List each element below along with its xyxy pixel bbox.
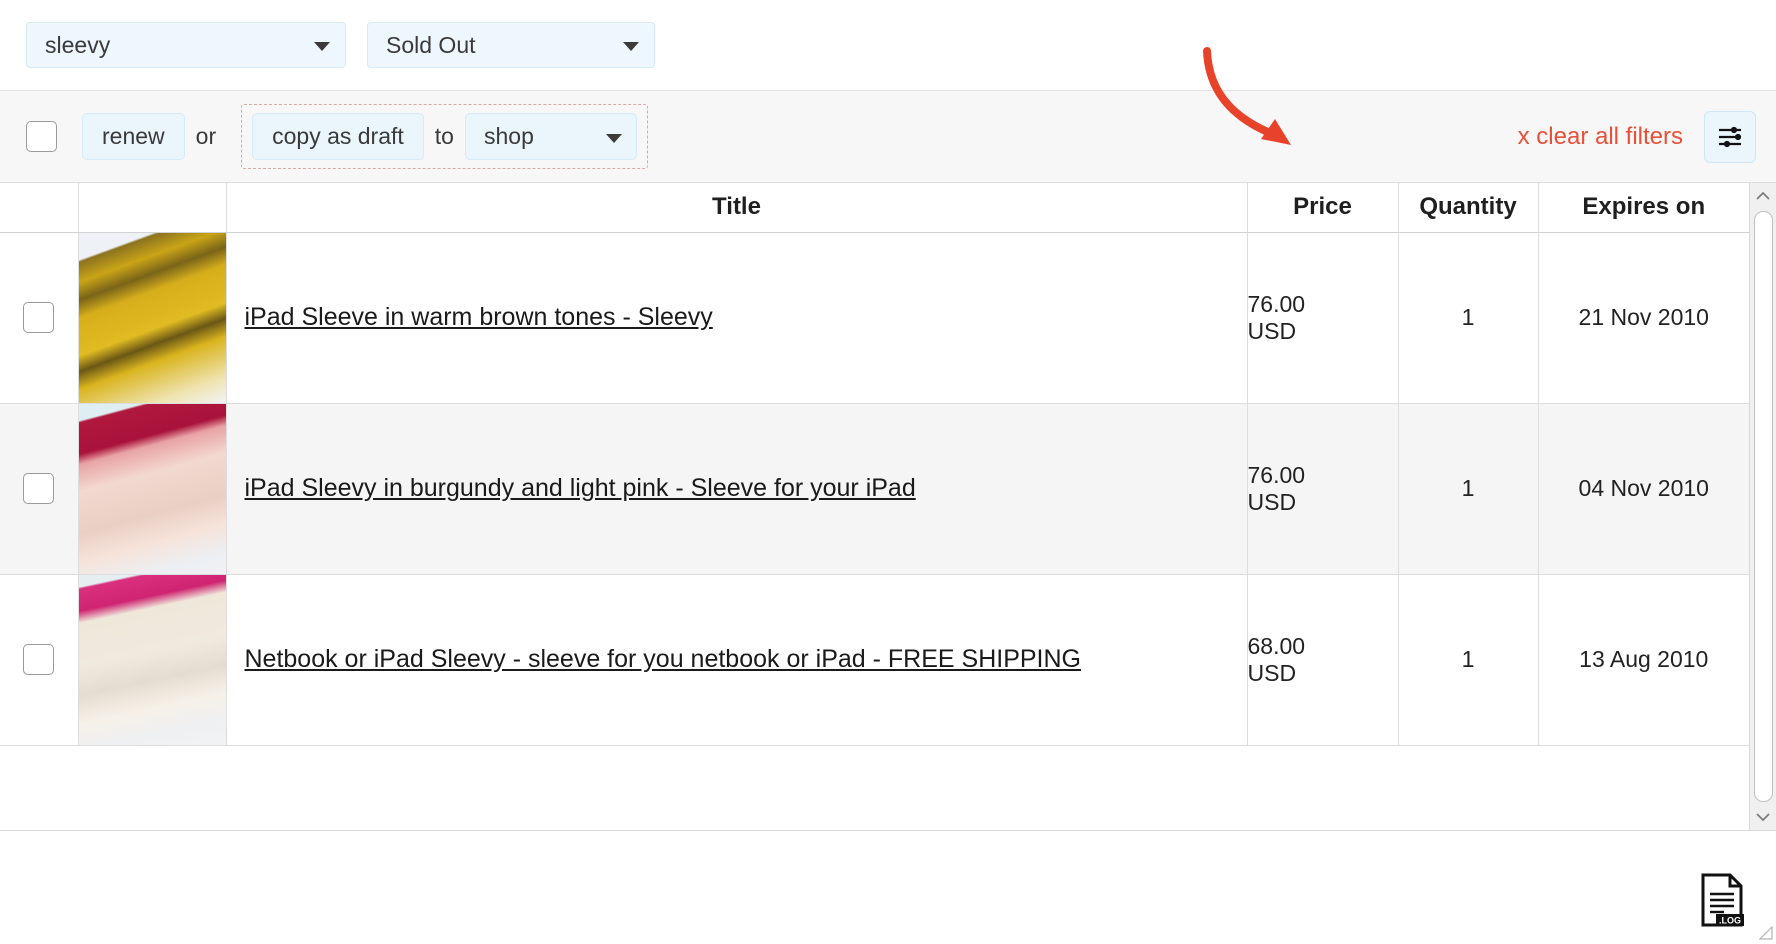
listing-price-currency: USD — [1247, 659, 1297, 686]
scroll-up-button[interactable] — [1749, 183, 1776, 209]
listing-price-amount: 76.00 — [1247, 291, 1306, 318]
copy-as-draft-button[interactable]: copy as draft — [252, 113, 424, 160]
listing-title-link[interactable]: iPad Sleevy in burgundy and light pink -… — [227, 474, 916, 503]
row-title-cell: iPad Sleevy in burgundy and light pink -… — [226, 403, 1248, 575]
listing-title-link[interactable]: Netbook or iPad Sleevy - sleeve for you … — [227, 645, 1082, 674]
row-select-checkbox[interactable] — [23, 644, 55, 675]
header-checkbox — [0, 183, 79, 233]
row-thumbnail-cell — [78, 232, 227, 404]
row-expires-cell: 13 Aug 2010 — [1538, 574, 1749, 746]
toolbar-right-actions: x clear all filters — [1518, 110, 1756, 163]
chevron-down-icon — [1756, 813, 1770, 822]
header-image — [78, 183, 227, 233]
keyword-filter-value: sleevy — [45, 31, 111, 58]
log-file-icon[interactable]: .LOG — [1700, 873, 1744, 927]
listing-price-currency: USD — [1247, 488, 1297, 515]
listing-title-link[interactable]: iPad Sleeve in warm brown tones - Sleevy — [227, 303, 713, 332]
row-quantity-cell: 1 — [1398, 403, 1539, 575]
row-quantity-cell: 1 — [1398, 574, 1539, 746]
header-quantity[interactable]: Quantity — [1398, 183, 1539, 233]
table-vertical-scrollbar[interactable] — [1749, 183, 1776, 830]
table-empty-space — [0, 745, 1776, 830]
svg-text:.LOG: .LOG — [1719, 916, 1741, 926]
listing-price-amount: 68.00 — [1247, 633, 1306, 660]
row-checkbox-cell — [0, 232, 79, 404]
chevron-down-icon — [314, 42, 330, 51]
scrollbar-track[interactable] — [1750, 209, 1776, 804]
listing-thumbnail[interactable] — [78, 232, 227, 403]
scroll-down-button[interactable] — [1749, 804, 1776, 830]
table-row: Netbook or iPad Sleevy - sleeve for you … — [0, 574, 1749, 746]
header-expires-on[interactable]: Expires on — [1538, 183, 1749, 233]
renew-button-label: renew — [102, 123, 165, 149]
sliders-icon — [1719, 126, 1742, 147]
row-select-checkbox[interactable] — [23, 302, 55, 333]
chevron-up-icon — [1756, 191, 1770, 200]
copy-as-draft-label: copy as draft — [272, 123, 404, 149]
row-expires-cell: 04 Nov 2010 — [1538, 403, 1749, 575]
shop-select-value: shop — [483, 123, 534, 149]
scrollbar-thumb[interactable] — [1753, 211, 1773, 802]
row-checkbox-cell — [0, 574, 79, 746]
listings-table-head: Title Price Quantity Expires on — [0, 183, 1749, 233]
window-resize-grip[interactable] — [1759, 926, 1773, 940]
renew-button[interactable]: renew — [82, 113, 185, 160]
listing-price-amount: 76.00 — [1247, 462, 1306, 489]
row-thumbnail-cell — [78, 403, 227, 575]
chevron-down-icon — [605, 133, 622, 143]
row-title-cell: iPad Sleeve in warm brown tones - Sleevy — [226, 232, 1248, 404]
header-price[interactable]: Price — [1247, 183, 1399, 233]
row-price-cell: 76.00 USD — [1247, 232, 1399, 404]
status-filter-value: Sold Out — [386, 31, 476, 58]
listing-thumbnail[interactable] — [78, 403, 227, 574]
row-price-cell: 68.00 USD — [1247, 574, 1399, 746]
keyword-filter-select[interactable]: sleevy — [26, 22, 346, 68]
listings-manager-window: sleevy Sold Out renew or copy as draft t… — [0, 0, 1776, 944]
header-title[interactable]: Title — [226, 183, 1248, 233]
or-label: or — [195, 123, 217, 149]
table-row: iPad Sleevy in burgundy and light pink -… — [0, 403, 1749, 575]
window-footer: .LOG — [0, 831, 1776, 943]
filter-settings-button[interactable] — [1704, 110, 1756, 163]
table-row: iPad Sleeve in warm brown tones - Sleevy… — [0, 232, 1749, 404]
table-header-row: Title Price Quantity Expires on — [0, 183, 1749, 233]
copy-to-shop-group: copy as draft to shop — [241, 104, 648, 169]
listing-thumbnail[interactable] — [78, 574, 227, 745]
chevron-down-icon — [623, 42, 639, 51]
clear-all-filters-link[interactable]: x clear all filters — [1518, 123, 1683, 151]
filter-bar: sleevy Sold Out — [0, 0, 1776, 91]
row-select-checkbox[interactable] — [23, 473, 55, 504]
shop-select[interactable]: shop — [464, 113, 637, 160]
row-price-cell: 76.00 USD — [1247, 403, 1399, 575]
row-thumbnail-cell — [78, 574, 227, 746]
row-expires-cell: 21 Nov 2010 — [1538, 232, 1749, 404]
row-quantity-cell: 1 — [1398, 232, 1539, 404]
row-title-cell: Netbook or iPad Sleevy - sleeve for you … — [226, 574, 1248, 746]
listing-price-currency: USD — [1247, 317, 1297, 344]
listings-table-container: Title Price Quantity Expires on iPad Sle… — [0, 183, 1776, 831]
bulk-action-toolbar: renew or copy as draft to shop x clear a… — [0, 91, 1776, 183]
listings-table-body: iPad Sleeve in warm brown tones - Sleevy… — [0, 232, 1749, 746]
status-filter-select[interactable]: Sold Out — [367, 22, 655, 68]
select-all-checkbox[interactable] — [26, 121, 57, 152]
listings-table: Title Price Quantity Expires on iPad Sle… — [0, 183, 1749, 746]
row-checkbox-cell — [0, 403, 79, 575]
to-label: to — [434, 123, 454, 149]
